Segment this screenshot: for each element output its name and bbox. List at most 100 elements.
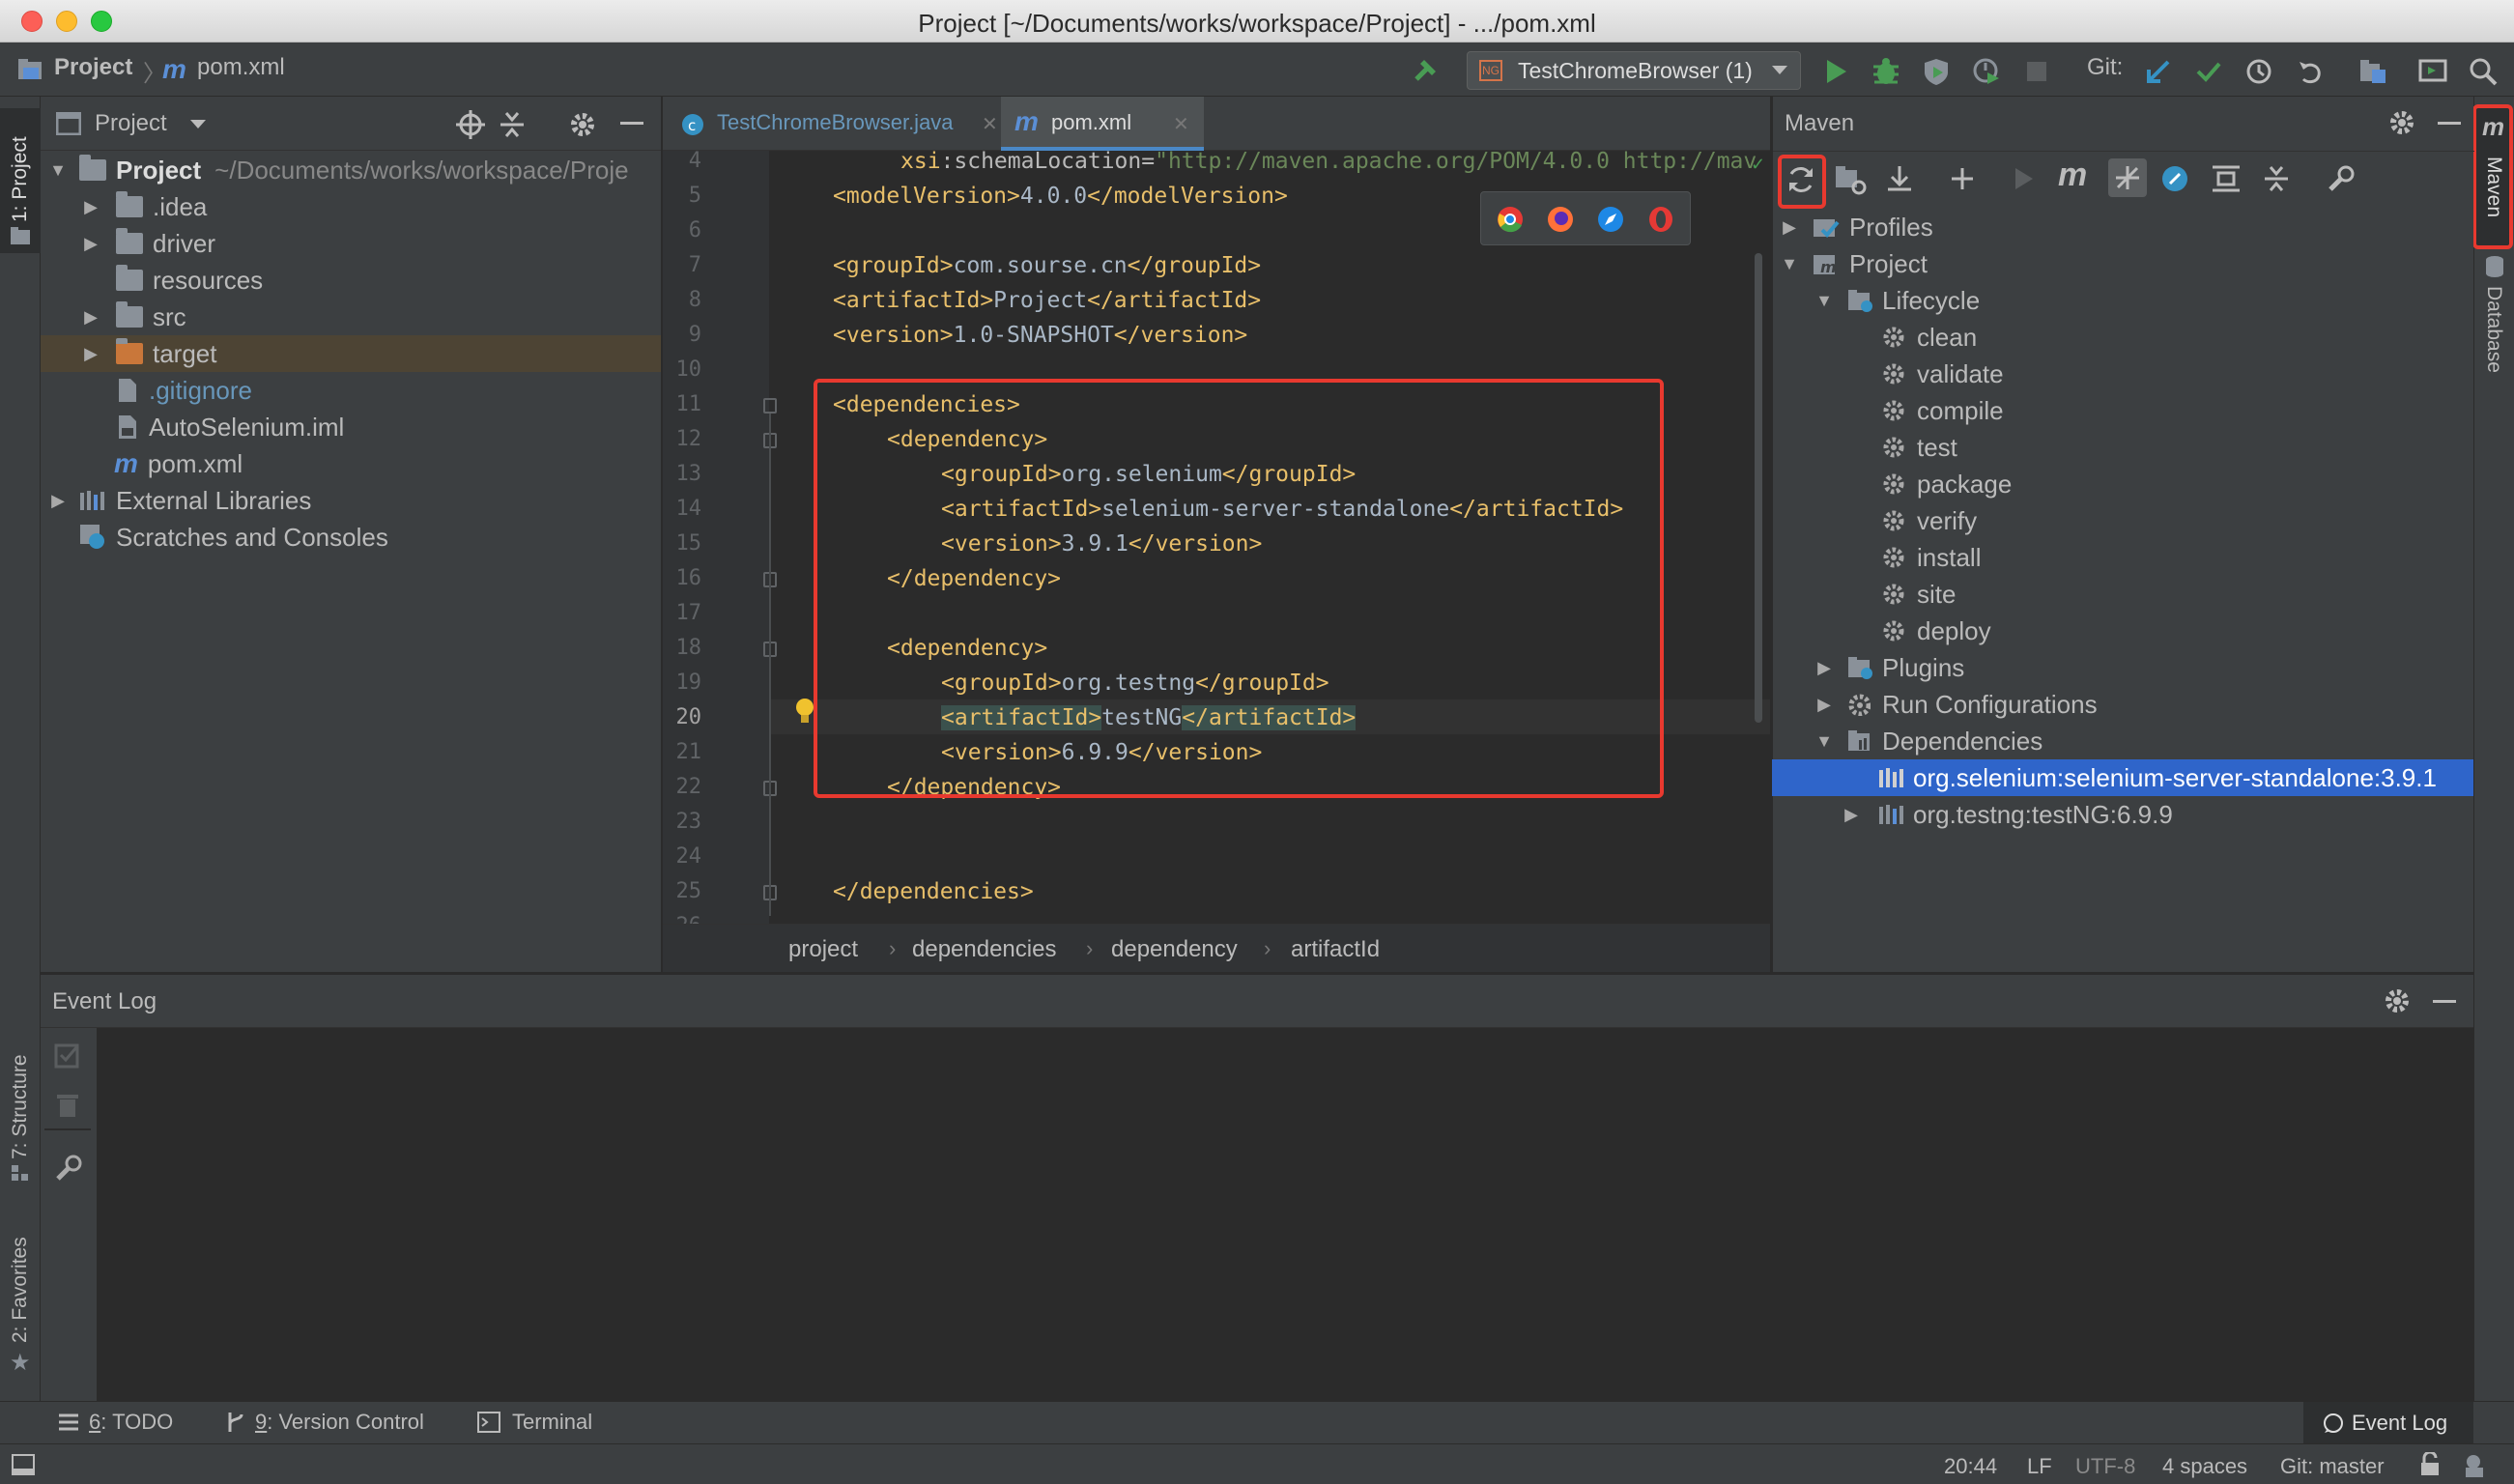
maven-tree-lifecycle[interactable]: ▼ Lifecycle xyxy=(1814,282,1980,319)
fold-marker-icon[interactable] xyxy=(763,398,777,414)
locate-file-icon[interactable] xyxy=(456,110,485,139)
breadcrumb-item-dependencies[interactable]: dependencies xyxy=(912,936,1056,963)
generate-sources-icon[interactable] xyxy=(1834,164,1867,195)
history-icon[interactable] xyxy=(2243,56,2274,87)
expand-arrow-icon[interactable]: ▼ xyxy=(1814,291,1834,310)
profile-icon[interactable] xyxy=(1971,56,2002,87)
collapse-all-icon[interactable] xyxy=(499,110,526,139)
expand-arrow-icon[interactable]: ▶ xyxy=(1814,695,1834,714)
maven-tree-project[interactable]: ▼ m Project xyxy=(1780,245,1928,282)
run-goal-icon[interactable] xyxy=(2012,164,2037,193)
maven-dependency-selenium[interactable]: org.selenium:selenium-server-standalone:… xyxy=(1878,759,2437,796)
git-update-icon[interactable] xyxy=(2143,56,2174,87)
project-view-selector[interactable]: Project xyxy=(95,110,167,137)
tree-item-scratches[interactable]: Scratches and Consoles xyxy=(79,519,388,556)
maven-goal-clean[interactable]: clean xyxy=(1882,319,1977,356)
event-log-tab[interactable]: Event Log xyxy=(2303,1402,2473,1444)
inspector-face-icon[interactable] xyxy=(2462,1452,2489,1479)
maven-goal-compile[interactable]: compile xyxy=(1882,392,2004,429)
coverage-icon[interactable] xyxy=(1921,56,1952,87)
gear-icon[interactable] xyxy=(2387,108,2416,137)
tree-item-gitignore[interactable]: .gitignore xyxy=(118,372,252,409)
debug-icon[interactable] xyxy=(1871,56,1901,87)
expand-arrow-icon[interactable]: ▼ xyxy=(1814,731,1834,751)
maven-tree-run-configurations[interactable]: ▶ Run Configurations xyxy=(1814,686,2098,723)
cursor-position[interactable]: 20:44 xyxy=(1944,1454,1997,1479)
breadcrumb-item-artifactid[interactable]: artifactId xyxy=(1291,936,1380,963)
tree-item-external-libraries[interactable]: ▶ External Libraries xyxy=(48,482,311,519)
intention-bulb-icon[interactable] xyxy=(794,698,815,727)
run-configuration-select[interactable]: NG TestChromeBrowser (1) xyxy=(1467,51,1801,90)
tree-item-target[interactable]: ▶ target xyxy=(81,335,217,372)
tree-root-project[interactable]: ▼ Project ~/Documents/works/workspace/Pr… xyxy=(48,152,629,188)
maven-dependency-testng[interactable]: ▶ org.testng:testNG:6.9.9 xyxy=(1842,796,2173,833)
indent-setting[interactable]: 4 spaces xyxy=(2162,1454,2247,1479)
run-icon[interactable] xyxy=(1820,56,1851,87)
maven-tree-profiles[interactable]: ▶ Profiles xyxy=(1780,209,1933,245)
maven-tool-tab[interactable]: m Maven xyxy=(2472,104,2513,249)
breadcrumb-item-project[interactable]: project xyxy=(788,936,858,963)
todo-tab[interactable]: 6: TODO xyxy=(58,1410,173,1435)
maven-goal-deploy[interactable]: deploy xyxy=(1882,613,1991,649)
firefox-icon[interactable] xyxy=(1547,206,1574,233)
collapse-all-icon[interactable] xyxy=(2263,164,2290,193)
maven-goal-site[interactable]: site xyxy=(1882,576,1956,613)
project-tool-tab[interactable]: 1: Project xyxy=(0,108,41,253)
expand-arrow-icon[interactable]: ▶ xyxy=(1814,658,1834,677)
git-commit-icon[interactable] xyxy=(2193,56,2224,87)
expand-arrow-icon[interactable]: ▼ xyxy=(1780,254,1799,273)
tree-item-idea[interactable]: ▶ .idea xyxy=(81,188,207,225)
maven-goal-package[interactable]: package xyxy=(1882,466,2012,502)
reimport-icon[interactable] xyxy=(1786,164,1816,195)
safari-icon[interactable] xyxy=(1597,206,1624,233)
expand-arrow-icon[interactable]: ▶ xyxy=(1842,805,1861,824)
favorites-tool-tab[interactable]: 2: Favorites xyxy=(9,1237,32,1343)
tree-item-driver[interactable]: ▶ driver xyxy=(81,225,215,262)
git-branch[interactable]: Git: master xyxy=(2280,1454,2385,1479)
toggle-offline-button[interactable] xyxy=(2108,158,2147,197)
download-sources-icon[interactable] xyxy=(1884,164,1915,195)
minimize-panel-icon[interactable] xyxy=(620,122,643,125)
mark-all-read-icon[interactable] xyxy=(54,1042,81,1069)
project-structure-icon[interactable] xyxy=(2357,56,2388,87)
build-hammer-icon[interactable] xyxy=(1411,54,1442,85)
expand-arrow-icon[interactable]: ▶ xyxy=(48,491,68,510)
gear-icon[interactable] xyxy=(568,110,597,139)
maven-goal-test[interactable]: test xyxy=(1882,429,1957,466)
maven-tree-plugins[interactable]: ▶ Plugins xyxy=(1814,649,1964,686)
close-icon[interactable]: ✕ xyxy=(1173,112,1189,136)
maven-tree-dependencies[interactable]: ▼ Dependencies xyxy=(1814,723,2043,759)
gear-icon[interactable] xyxy=(2383,986,2412,1015)
expand-arrow-icon[interactable]: ▶ xyxy=(81,197,100,216)
tree-item-pom[interactable]: m pom.xml xyxy=(114,445,243,482)
maven-goal-install[interactable]: install xyxy=(1882,539,1981,576)
terminal-tab[interactable]: Terminal xyxy=(477,1410,592,1435)
skip-tests-icon[interactable] xyxy=(2160,164,2189,193)
add-maven-project-icon[interactable] xyxy=(1948,164,1977,193)
breadcrumb-item-dependency[interactable]: dependency xyxy=(1111,936,1238,963)
chevron-down-icon[interactable] xyxy=(189,118,207,131)
expand-arrow-icon[interactable]: ▼ xyxy=(48,160,68,180)
expand-arrow-icon[interactable]: ▶ xyxy=(81,344,100,363)
database-tool-tab[interactable]: Database xyxy=(2482,286,2505,373)
rollback-icon[interactable] xyxy=(2294,56,2325,87)
expand-arrow-icon[interactable]: ▶ xyxy=(81,234,100,253)
wrench-icon[interactable] xyxy=(54,1154,83,1183)
minimize-panel-icon[interactable] xyxy=(2433,1000,2456,1003)
expand-arrow-icon[interactable]: ▶ xyxy=(1780,217,1799,237)
presentation-icon[interactable] xyxy=(2417,56,2448,87)
trash-icon[interactable] xyxy=(56,1092,79,1119)
file-encoding[interactable]: UTF-8 xyxy=(2075,1454,2135,1479)
lock-icon[interactable] xyxy=(2419,1452,2441,1477)
inspection-ok-icon[interactable]: ✓ xyxy=(1751,155,1765,175)
expand-arrow-icon[interactable]: ▶ xyxy=(81,307,100,327)
editor-scrollbar[interactable] xyxy=(1755,253,1762,723)
structure-tool-tab[interactable]: 7: Structure xyxy=(9,1054,32,1159)
tab-pom-xml[interactable]: m pom.xml ✕ xyxy=(1001,97,1204,151)
stop-icon[interactable] xyxy=(2021,56,2052,87)
minimize-panel-icon[interactable] xyxy=(2438,122,2461,125)
chrome-icon[interactable] xyxy=(1497,206,1524,233)
opera-icon[interactable] xyxy=(1647,206,1674,233)
search-icon[interactable] xyxy=(2468,56,2499,87)
tab-test-chrome-browser[interactable]: c TestChromeBrowser.java ✕ xyxy=(663,97,1001,151)
